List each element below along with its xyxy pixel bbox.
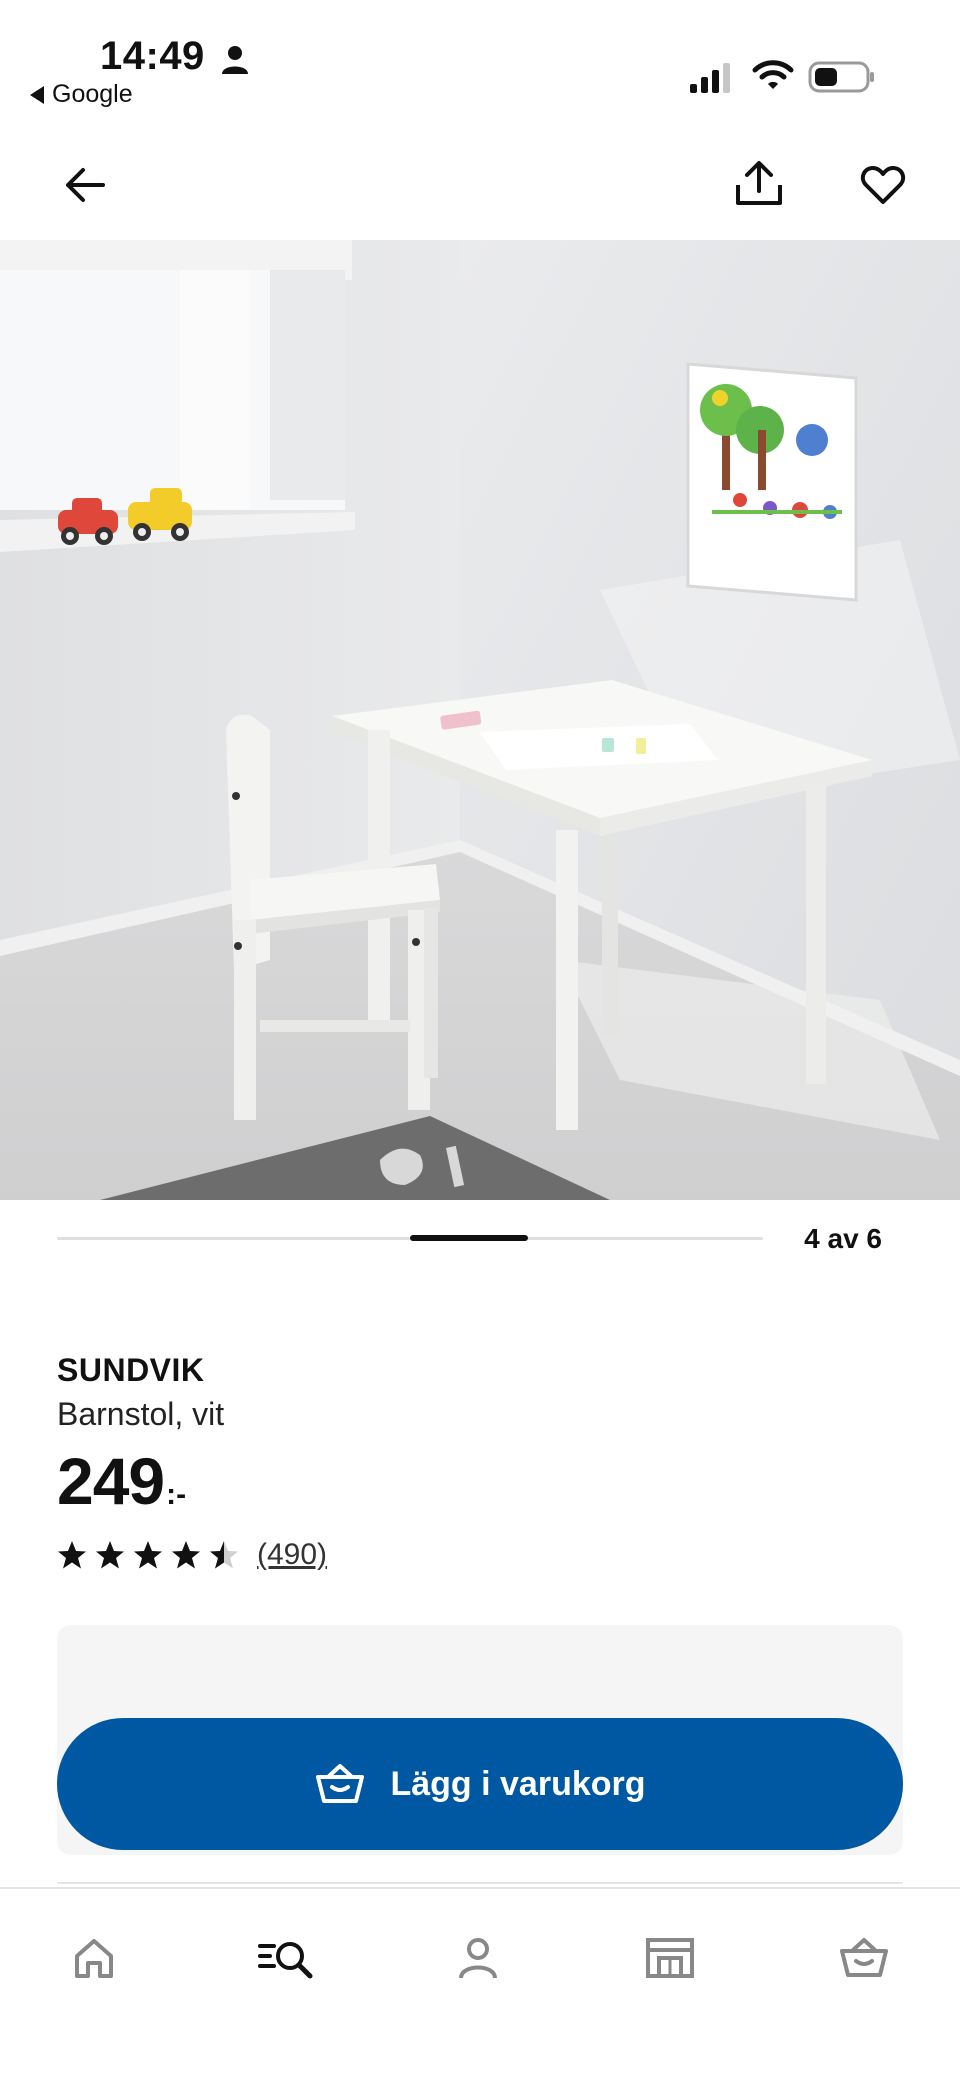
- status-time: 14:49: [100, 34, 205, 78]
- product-photo: [0, 240, 960, 1200]
- battery-icon: [808, 61, 874, 93]
- back-app-label: Google: [52, 80, 133, 108]
- review-count-link[interactable]: (490): [257, 1538, 327, 1572]
- pager-thumb[interactable]: [410, 1235, 528, 1241]
- store-icon: [646, 1938, 694, 1978]
- status-bar: 14:49 Google: [0, 0, 960, 130]
- share-button[interactable]: [724, 148, 794, 218]
- cellular-signal-icon: [690, 63, 730, 93]
- search-icon: [258, 1942, 313, 1979]
- product-price: 249 :-: [57, 1448, 186, 1514]
- profile-icon: [459, 1938, 497, 1979]
- product-description: Barnstol, vit: [57, 1396, 225, 1432]
- add-to-cart-label: Lägg i varukorg: [390, 1764, 646, 1803]
- heart-icon: [860, 165, 906, 204]
- favorite-button[interactable]: [848, 150, 918, 220]
- price-integer: 249: [57, 1444, 165, 1518]
- star-full-icon: [134, 1541, 162, 1569]
- star-half-icon: [210, 1541, 238, 1569]
- star-full-icon: [172, 1541, 200, 1569]
- rating-stars: [57, 1540, 239, 1570]
- price-suffix: :-: [166, 1478, 187, 1511]
- image-pager[interactable]: [57, 1218, 763, 1260]
- tab-basket[interactable]: [829, 1923, 899, 1993]
- home-icon: [75, 1939, 113, 1978]
- basket-icon: [316, 1764, 365, 1803]
- star-full-icon: [96, 1541, 124, 1569]
- product-image[interactable]: [0, 240, 960, 1200]
- bottom-tab-bar: [0, 1887, 960, 2087]
- person-icon: [222, 46, 248, 74]
- panel-divider: [57, 1882, 903, 1884]
- tab-home[interactable]: [59, 1923, 129, 1993]
- tab-profile[interactable]: [443, 1923, 513, 1993]
- tab-store[interactable]: [635, 1923, 705, 1993]
- back-triangle-icon: [30, 85, 44, 104]
- wifi-icon: [752, 60, 794, 89]
- top-navigation: [0, 130, 960, 240]
- back-arrow-icon: [66, 168, 105, 202]
- product-rating[interactable]: (490): [57, 1538, 327, 1572]
- back-to-app-link[interactable]: Google: [30, 80, 133, 109]
- tab-search[interactable]: [251, 1923, 321, 1993]
- basket-icon: [840, 1938, 888, 1977]
- add-to-cart-button[interactable]: Lägg i varukorg: [57, 1718, 903, 1850]
- pager-count: 4 av 6: [804, 1223, 882, 1254]
- product-brand: SUNDVIK: [57, 1352, 205, 1388]
- share-icon: [736, 161, 782, 205]
- wall-picture: [686, 362, 858, 602]
- star-full-icon: [58, 1541, 86, 1569]
- back-button[interactable]: [50, 150, 120, 220]
